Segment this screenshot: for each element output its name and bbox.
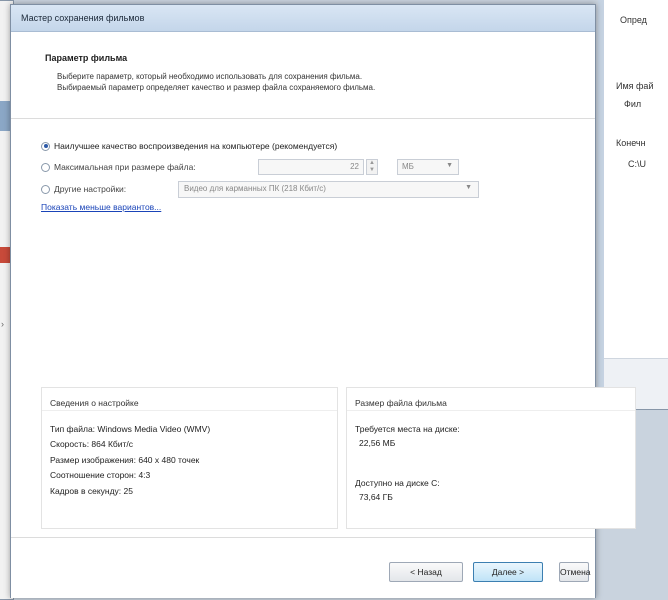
window-titlebar[interactable]: Мастер сохранения фильмов — [11, 5, 595, 32]
available-space-value: 73,64 ГБ — [359, 492, 393, 502]
background-label: C:\U — [628, 159, 646, 169]
wizard-header: Параметр фильма Выберите параметр, котор… — [11, 32, 595, 119]
available-space-label: Доступно на диске C: — [355, 478, 440, 488]
page-description: Выбираемый параметр определяет качество … — [57, 83, 376, 92]
other-settings-option[interactable]: Другие настройки: — [41, 182, 126, 196]
other-settings-label: Другие настройки: — [54, 184, 127, 194]
resolution-text: Размер изображения: 640 x 480 точек — [50, 455, 200, 465]
bitrate-text: Скорость: 864 Кбит/с — [50, 439, 134, 449]
page-title: Параметр фильма — [45, 53, 128, 63]
background-label: Имя фай — [616, 81, 654, 91]
max-file-size-option[interactable]: Максимальная при размере файла: — [41, 160, 196, 174]
file-size-title: Размер файла фильма — [355, 398, 447, 408]
other-settings-select[interactable]: Видео для карманных ПК (218 Кбит/с) ▼ — [178, 181, 479, 198]
cancel-button[interactable]: Отмена — [559, 562, 591, 582]
divider — [42, 410, 337, 411]
file-size-input[interactable]: 22 — [258, 159, 364, 175]
divider — [347, 410, 635, 411]
stepper-down-icon[interactable]: ▼ — [367, 167, 377, 174]
max-file-size-label: Максимальная при размере файла: — [54, 162, 196, 172]
unit-select-value: МБ — [402, 162, 414, 171]
chevron-down-icon: ▼ — [465, 184, 472, 191]
file-type-text: Тип файла: Windows Media Video (WMV) — [50, 424, 211, 434]
settings-info-title: Сведения о настройке — [50, 398, 139, 408]
other-settings-value: Видео для карманных ПК (218 Кбит/с) — [184, 184, 326, 193]
stepper-up-icon[interactable]: ▲ — [367, 160, 377, 167]
background-label: Конечн — [616, 138, 646, 148]
required-space-value: 22,56 МБ — [359, 438, 396, 448]
page-description: Выберите параметр, который необходимо ис… — [57, 72, 363, 81]
best-quality-option[interactable]: Наилучшее качество воспроизведения на ко… — [41, 139, 337, 153]
file-size-stepper[interactable]: ▲ ▼ — [366, 159, 378, 175]
show-fewer-options-link[interactable]: Показать меньше вариантов... — [41, 202, 161, 212]
background-label: Фил — [624, 99, 642, 109]
required-space-label: Требуется места на диске: — [355, 424, 460, 434]
other-settings-radio[interactable] — [41, 184, 50, 194]
best-quality-label: Наилучшее качество воспроизведения на ко… — [54, 141, 338, 151]
back-button[interactable]: < Назад — [389, 562, 463, 582]
max-file-size-radio[interactable] — [41, 162, 50, 172]
background-label: Опред — [620, 15, 647, 25]
background-window-right: Опред Имя фай Фил Конечн C:\U — [598, 0, 668, 410]
file-size-unit-select[interactable]: МБ ▼ — [397, 159, 459, 175]
chevron-down-icon: ▼ — [446, 162, 453, 169]
best-quality-radio[interactable] — [41, 141, 50, 151]
window-title: Мастер сохранения фильмов — [21, 13, 145, 23]
settings-info-panel: Сведения о настройке Тип файла: Windows … — [41, 387, 338, 529]
next-button[interactable]: Далее > — [473, 562, 543, 582]
aspect-ratio-text: Соотношение сторон: 4:3 — [50, 470, 151, 480]
fps-text: Кадров в секунду: 25 — [50, 486, 133, 496]
wizard-footer: < Назад Далее > Отмена — [11, 537, 595, 598]
file-size-panel: Размер файла фильма Требуется места на д… — [346, 387, 636, 529]
save-movie-wizard: Мастер сохранения фильмов Параметр фильм… — [10, 4, 636, 598]
background-window-glyph: › — [1, 319, 4, 329]
